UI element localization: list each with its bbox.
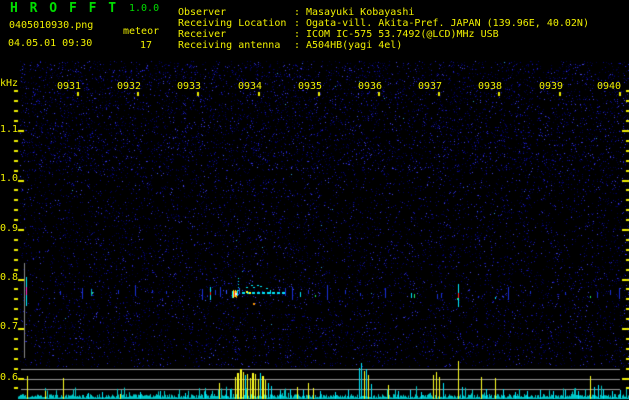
- spectrogram-canvas: [0, 0, 629, 400]
- time-tick-label: 0934: [238, 81, 263, 92]
- info-row-location: Receiving Location: Ogata-vill. Akita-Pre…: [178, 19, 589, 29]
- time-tick-label: 0938: [478, 81, 503, 92]
- time-tick-label: 0932: [117, 81, 142, 92]
- info-value: A504HB(yagi 4el): [306, 40, 403, 51]
- colon: :: [294, 29, 301, 40]
- output-file-name: 0405010930.png: [9, 20, 94, 31]
- freq-tick-label: 0.9: [0, 223, 19, 234]
- echo-count: 17: [140, 40, 153, 51]
- freq-tick-label: 0.7: [0, 321, 19, 332]
- app-title: H R O F F T: [10, 1, 119, 16]
- hrofft-output-screen: H R O F F T 1.0.0 0405010930.png meteor …: [0, 0, 629, 400]
- info-label: Receiving Location: [178, 18, 287, 29]
- freq-tick-label: 1.0: [0, 173, 19, 184]
- time-tick-label: 0933: [177, 81, 202, 92]
- colon: :: [294, 7, 301, 18]
- info-row-antenna: Receiving antenna: A504HB(yagi 4el): [178, 41, 402, 51]
- observation-datetime: 04.05.01 09:30: [8, 38, 93, 49]
- time-tick-label: 0935: [298, 81, 323, 92]
- time-tick-label: 0931: [57, 81, 82, 92]
- info-label: Observer: [178, 7, 227, 18]
- time-tick-label: 0940: [597, 81, 622, 92]
- app-version: 1.0.0: [129, 3, 160, 14]
- info-label: Receiver: [178, 29, 227, 40]
- info-row-receiver: Receiver: ICOM IC-575 53.7492(@LCD)MHz US…: [178, 30, 499, 40]
- info-row-observer: Observer: Masayuki Kobayashi: [178, 8, 414, 18]
- colon: :: [294, 18, 301, 29]
- freq-axis-unit: kHz: [0, 78, 19, 89]
- freq-tick-label: 0.6: [0, 372, 19, 383]
- time-tick-label: 0936: [358, 81, 383, 92]
- time-tick-label: 0937: [418, 81, 443, 92]
- time-tick-label: 0939: [539, 81, 564, 92]
- mode-label: meteor: [123, 26, 160, 37]
- freq-tick-label: 1.1: [0, 124, 19, 135]
- colon: :: [294, 40, 301, 51]
- info-value: Masayuki Kobayashi: [306, 7, 415, 18]
- info-label: Receiving antenna: [178, 40, 281, 51]
- info-value: Ogata-vill. Akita-Pref. JAPAN (139.96E, …: [306, 18, 589, 29]
- info-value: ICOM IC-575 53.7492(@LCD)MHz USB: [306, 29, 499, 40]
- freq-tick-label: 0.8: [0, 272, 19, 283]
